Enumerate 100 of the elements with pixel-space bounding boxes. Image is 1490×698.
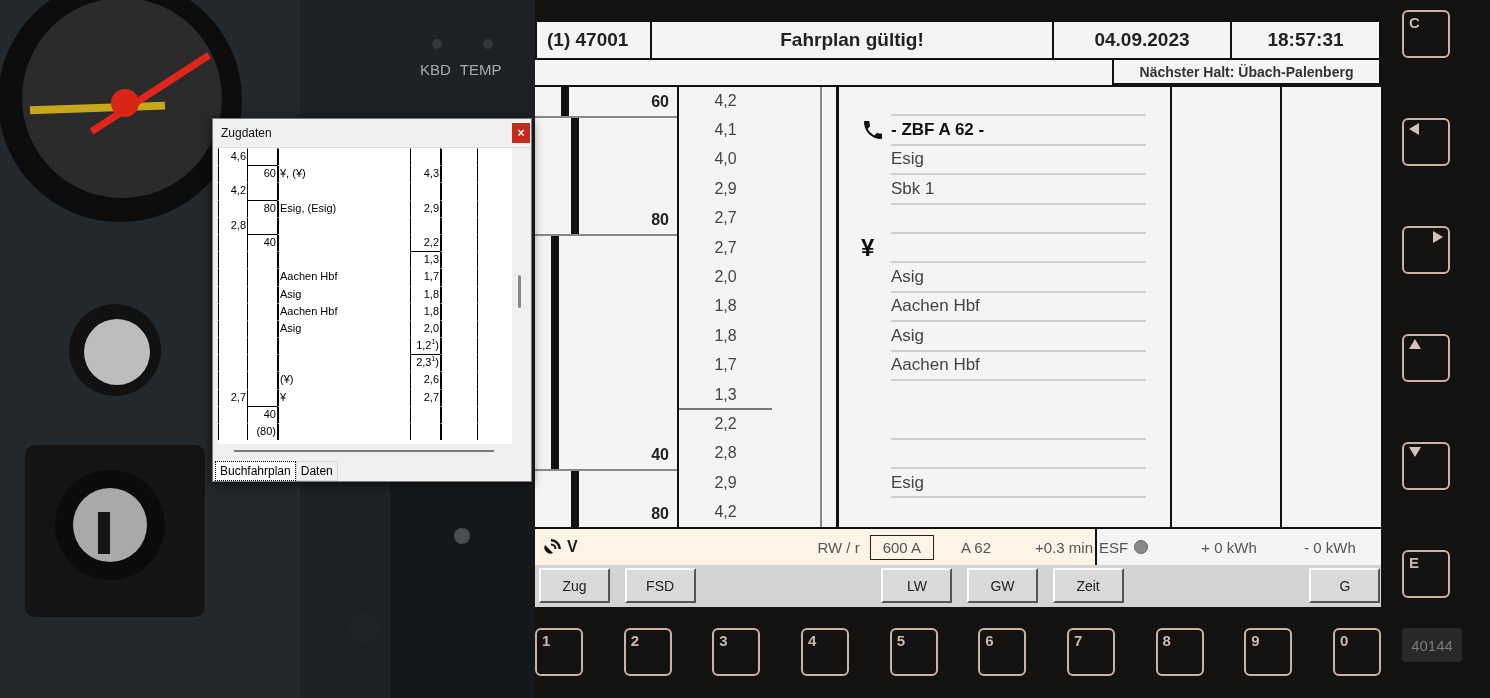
table-cell: Asig: [277, 285, 410, 303]
table-cell: Asig: [277, 319, 410, 338]
esf-label: ESF: [1099, 538, 1129, 556]
event-label: Aachen Hbf: [891, 296, 980, 317]
tab[interactable]: Daten: [295, 461, 338, 481]
km-position: 2,2: [713, 414, 738, 434]
panel-label: TEMP: [459, 61, 502, 78]
km-position: 2,7: [713, 208, 738, 229]
table-cell: (¥): [277, 371, 410, 389]
number-key[interactable]: 2: [623, 628, 672, 676]
delay: +0.3 min: [1035, 538, 1093, 556]
bezel-key[interactable]: C: [1402, 10, 1450, 58]
unit-number: 40144: [1402, 628, 1462, 662]
softkey[interactable]: G: [1309, 568, 1381, 603]
table-cell: ¥: [277, 388, 410, 406]
softkey[interactable]: LW: [881, 568, 953, 603]
date: 04.09.2023: [1054, 22, 1230, 58]
event-label: Aachen Hbf: [891, 355, 980, 376]
number-key[interactable]: 9: [1244, 628, 1293, 676]
bezel-key[interactable]: [1402, 334, 1450, 382]
satellite-dish-icon: [543, 537, 563, 557]
km-position: 2,9: [713, 178, 738, 199]
table-cell: 80: [247, 199, 277, 217]
table-cell: 60: [247, 165, 277, 183]
yen-marker: ¥: [861, 235, 875, 260]
table-cell: 4,6: [218, 148, 247, 166]
close-button[interactable]: ×: [512, 123, 530, 143]
table-cell: 2,0: [410, 319, 440, 338]
km-position: 2,8: [713, 443, 738, 464]
table-cell: 2,2: [410, 233, 440, 252]
number-key[interactable]: 3: [712, 628, 761, 676]
speed-limit: 60: [650, 92, 670, 113]
table-cell: Esig, (Esig): [277, 199, 410, 217]
table-cell: ¥, (¥): [277, 165, 410, 183]
event-label: Esig: [891, 472, 925, 493]
mode-indicator: V: [567, 538, 579, 556]
km-position: 4,2: [713, 502, 738, 523]
speed-limit: 80: [650, 503, 670, 524]
km-position: 1,8: [713, 296, 738, 317]
table-cell: 1,8: [410, 302, 440, 320]
softkey[interactable]: Zeit: [1052, 568, 1124, 603]
table-cell: 2,7: [218, 388, 247, 406]
bezel-key[interactable]: [1402, 226, 1450, 274]
number-key[interactable]: 6: [978, 628, 1027, 676]
km-position: 2,7: [713, 237, 738, 258]
table-cell: 2,8: [218, 216, 247, 234]
status-message: Fahrplan gültig!: [652, 22, 1052, 58]
next-stop: Nächster Halt: Übach-Palenberg: [1112, 60, 1381, 85]
table-cell: 40: [247, 233, 277, 252]
km-position: 1,8: [713, 325, 738, 346]
number-key[interactable]: 1: [535, 628, 583, 676]
km-position: 4,0: [713, 149, 738, 170]
triangle-down-icon: [1409, 447, 1421, 457]
triangle-up-icon: [1409, 339, 1421, 349]
table-cell: 2,9: [410, 199, 440, 217]
event-label: Asig: [891, 325, 925, 346]
speed-limit: 40: [650, 445, 670, 466]
horizontal-scrollbar-thumb[interactable]: [234, 450, 494, 452]
speed-limit: 80: [650, 210, 670, 230]
number-key[interactable]: 8: [1155, 628, 1204, 676]
number-key[interactable]: 5: [889, 628, 938, 676]
km-position: 2,9: [713, 472, 738, 493]
table-cell: 2,7: [410, 388, 440, 406]
number-key[interactable]: 7: [1066, 628, 1115, 676]
table-cell: 4,3: [410, 165, 440, 183]
bezel-key[interactable]: [1402, 442, 1450, 490]
table-cell: 1,7: [410, 268, 440, 286]
event-label: Esig: [891, 149, 925, 170]
event-label: Sbk 1: [891, 178, 935, 199]
km-position: 4,2: [713, 90, 738, 111]
triangle-right-icon: [1433, 231, 1443, 243]
panel-label: KBD: [420, 61, 451, 78]
table-cell: (80): [247, 423, 277, 441]
tab[interactable]: Buchfahrplan: [215, 461, 296, 481]
km-position: 1,7: [713, 355, 738, 376]
number-key[interactable]: 0: [1332, 628, 1381, 676]
window-title: Zugdaten: [221, 126, 272, 140]
softkey[interactable]: Zug: [539, 568, 610, 603]
table-cell: 40: [247, 405, 277, 423]
current-value: 600 A: [869, 534, 934, 560]
time: 18:57:31: [1232, 22, 1379, 58]
train-reference: A 62: [961, 538, 992, 556]
event-label: - ZBF A 62 -: [891, 120, 985, 141]
bezel-key[interactable]: E: [1402, 550, 1450, 598]
softkey[interactable]: GW: [966, 568, 1038, 603]
table-cell: 1,3: [410, 251, 440, 269]
table-cell: 1,2$^{1}$): [410, 337, 440, 355]
km-position: 4,1: [713, 120, 738, 141]
softkey[interactable]: FSD: [624, 568, 696, 603]
energy-consumed: + 0 kWh: [1200, 538, 1258, 556]
event-label: Asig: [891, 267, 925, 288]
triangle-left-icon: [1409, 123, 1419, 135]
table-cell: 2,3$^{1}$): [410, 354, 440, 372]
table-cell: Aachen Hbf: [277, 268, 410, 286]
energy-recovered: - 0 kWh: [1303, 538, 1357, 556]
km-position: 2,0: [713, 267, 738, 288]
rw-label: RW / r: [817, 538, 860, 556]
number-key[interactable]: 4: [800, 628, 849, 676]
train-number: (1) 47001: [537, 22, 650, 58]
bezel-key[interactable]: [1402, 118, 1450, 166]
